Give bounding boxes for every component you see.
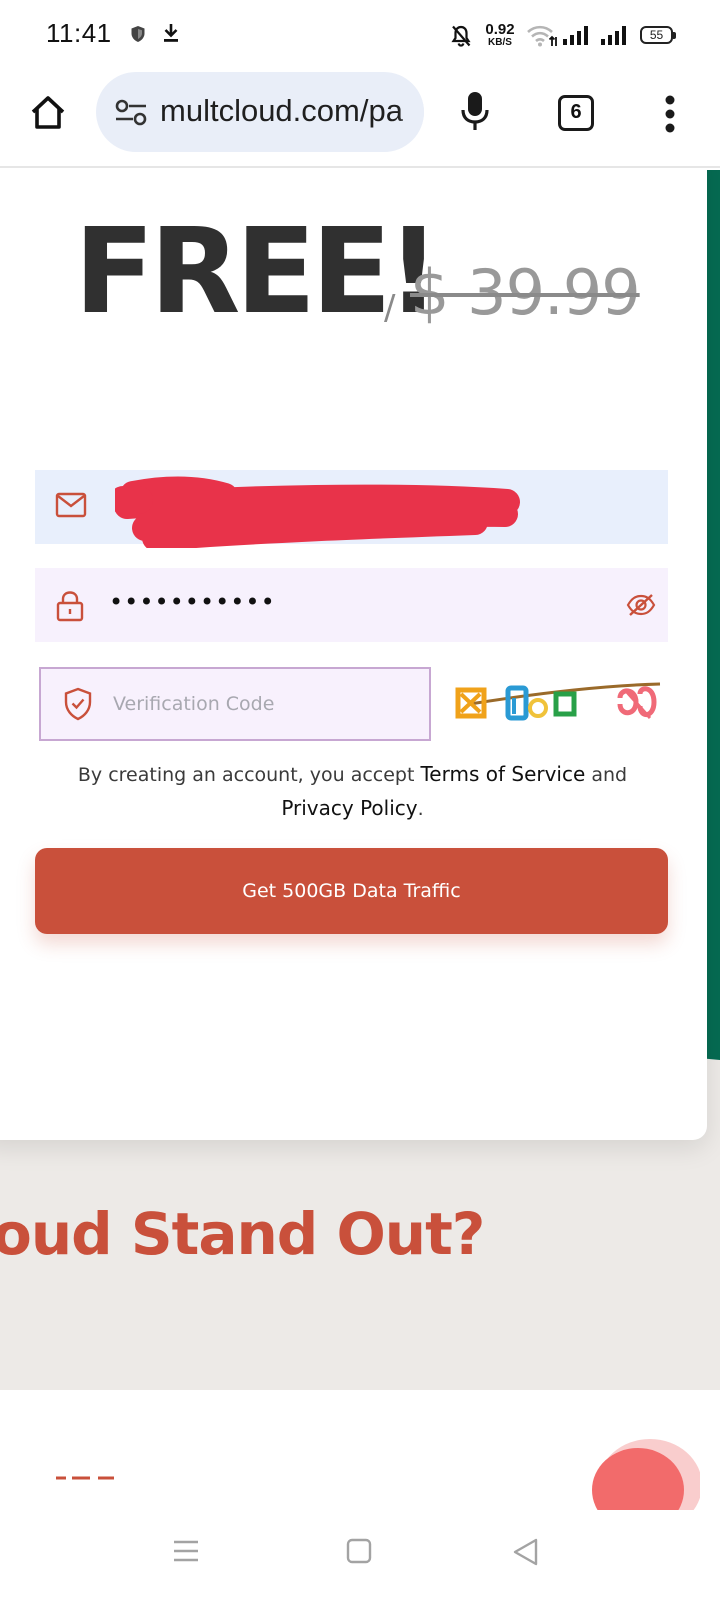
site-settings-icon[interactable] <box>114 99 148 127</box>
verification-code-field[interactable] <box>39 667 431 741</box>
home-icon[interactable] <box>28 92 68 132</box>
system-nav-bar <box>0 1510 720 1600</box>
back-icon[interactable] <box>512 1538 540 1566</box>
section-heading: oud Stand Out? <box>0 1200 485 1268</box>
password-field[interactable]: ••••••••••• <box>35 568 668 642</box>
floating-decoration <box>592 1439 700 1510</box>
clock: 11:41 <box>46 18 112 48</box>
privacy-policy-link[interactable]: Privacy Policy <box>281 796 417 820</box>
mic-icon[interactable] <box>460 90 490 134</box>
get-data-traffic-button[interactable]: Get 500GB Data Traffic <box>35 848 668 934</box>
price-separator: / <box>384 288 396 328</box>
captcha-image[interactable] <box>450 674 665 740</box>
network-speed: 0.92 KB/S <box>485 21 515 48</box>
eye-off-icon[interactable] <box>626 592 656 618</box>
tabs-button[interactable]: 6 <box>558 95 594 131</box>
download-icon <box>164 24 178 42</box>
signal-icon <box>601 26 626 45</box>
recent-apps-icon[interactable] <box>172 1538 200 1564</box>
verification-code-input[interactable] <box>113 669 423 739</box>
shield-icon <box>131 26 145 42</box>
battery-icon: 55 <box>640 26 676 44</box>
shield-check-icon <box>64 687 92 721</box>
email-field[interactable]: omarms530@ <box>35 470 668 548</box>
signal-icon <box>563 26 588 45</box>
lock-icon <box>56 591 84 622</box>
price-free: FREE! <box>74 202 440 340</box>
web-page: FREE! / $ 39.99 omarms530@ ••••••••••• V… <box>0 170 720 1510</box>
signup-card: FREE! / $ 39.99 omarms530@ ••••••••••• V… <box>0 170 707 1140</box>
terms-of-service-link[interactable]: Terms of Service <box>420 762 585 786</box>
password-value[interactable]: ••••••••••• <box>109 588 276 616</box>
url-text[interactable]: multcloud.com/pa <box>160 93 403 129</box>
redaction-scribble <box>115 476 520 548</box>
wifi-icon <box>527 25 557 47</box>
bell-off-icon <box>451 25 471 47</box>
status-bar: 11:41 0.92 KB/S 55 <box>0 0 720 68</box>
mail-icon <box>55 492 87 518</box>
partial-text-fragment <box>56 1476 114 1480</box>
terms-text: By creating an account, you accept Terms… <box>77 762 628 820</box>
more-menu-icon[interactable] <box>664 94 676 134</box>
original-price: $ 39.99 <box>410 256 641 329</box>
home-nav-icon[interactable] <box>346 1538 372 1564</box>
address-bar[interactable]: multcloud.com/pa <box>96 72 424 152</box>
browser-toolbar: multcloud.com/pa 6 <box>0 68 720 168</box>
